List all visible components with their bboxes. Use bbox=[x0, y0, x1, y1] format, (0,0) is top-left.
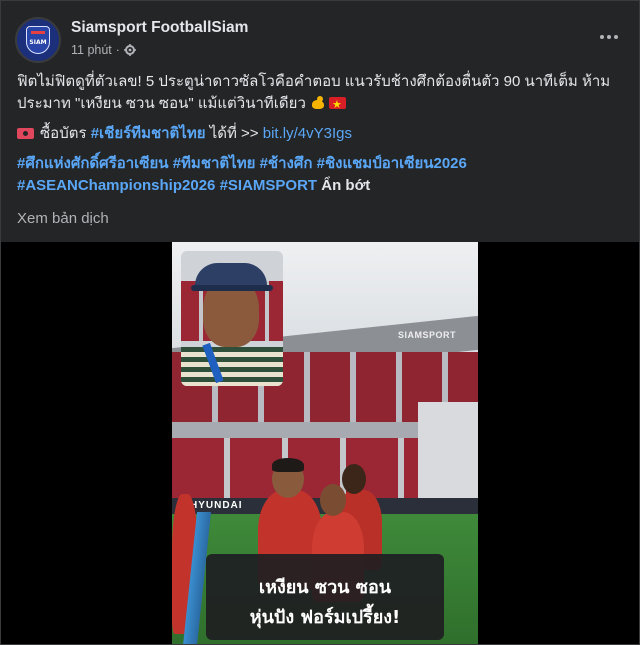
crest-stripe bbox=[31, 31, 45, 34]
inset-shirt bbox=[181, 347, 283, 386]
facebook-post: SIAM Siamsport FootballSiam 11 phút · ฟิ… bbox=[0, 0, 640, 645]
meta-separator: · bbox=[115, 43, 120, 57]
hashtag-link[interactable]: #SIAMSPORT bbox=[220, 177, 318, 194]
caption-line-1: เหงียน ซวน ซอน bbox=[258, 577, 392, 598]
video-player[interactable]: HYUNDAI SIAMSPORT เหงียน ซวน ซอน หุ่นปัง… bbox=[1, 242, 639, 644]
player-head bbox=[342, 464, 366, 494]
hashtag-line-1: #ศึกแห่งศักดิ์ศรีอาเซียน #ทีมชาติไทย #ช้… bbox=[17, 153, 623, 175]
video-frame[interactable]: HYUNDAI SIAMSPORT เหงียน ซวน ซอน หุ่นปัง… bbox=[172, 242, 478, 644]
video-watermark: SIAMSPORT bbox=[398, 330, 457, 340]
audience-gear-icon[interactable] bbox=[123, 44, 136, 56]
ticket-line: ซื้อบัตร #เชียร์ทีมชาติไทย ได้ที่ >> bit… bbox=[17, 123, 623, 145]
more-options-button[interactable] bbox=[595, 25, 623, 49]
player-hair bbox=[272, 458, 304, 472]
post-line-1: ฟิตไม่ฟิตดูที่ตัวเลข! 5 ประตูน่าดาวซัลโว… bbox=[17, 73, 611, 90]
ticket-icon bbox=[17, 128, 34, 139]
webcam-inset bbox=[181, 251, 283, 386]
more-dot-icon bbox=[607, 35, 611, 39]
page-avatar[interactable]: SIAM bbox=[15, 17, 61, 63]
flexed-biceps-icon bbox=[310, 95, 326, 111]
hashtag-link[interactable]: #ASEANChampionship2026 bbox=[17, 177, 215, 194]
post-text: ฟิตไม่ฟิตดูที่ตัวเลข! 5 ประตูน่าดาวซัลโว… bbox=[17, 71, 623, 197]
ad-board-text: HYUNDAI bbox=[190, 500, 243, 511]
hashtag-link[interactable]: #ช้างศึก bbox=[260, 155, 313, 172]
hashtag-link[interactable]: #เชียร์ทีมชาติไทย bbox=[91, 125, 206, 142]
post-header: SIAM Siamsport FootballSiam 11 phút · bbox=[15, 15, 625, 65]
ticket-middle: ได้ที่ >> bbox=[209, 125, 259, 142]
see-less-button[interactable]: Ẩn bớt bbox=[321, 177, 370, 194]
inset-cap-brim bbox=[191, 285, 273, 291]
hashtag-link[interactable]: #ศึกแห่งศักดิ์ศรีอาเซียน bbox=[17, 155, 169, 172]
post-meta: 11 phút · bbox=[71, 43, 136, 57]
page-name[interactable]: Siamsport FootballSiam bbox=[71, 19, 248, 37]
crest-label: SIAM bbox=[29, 39, 47, 46]
hashtag-link[interactable]: #ชิงแชมป์อาเซียน2026 bbox=[317, 155, 467, 172]
ticket-url-link[interactable]: bit.ly/4vY3Igs bbox=[263, 125, 352, 142]
caption-line-2: หุ่นปัง ฟอร์มเปรี้ยง! bbox=[249, 607, 401, 628]
more-dot-icon bbox=[600, 35, 604, 39]
hashtag-line-2: #ASEANChampionship2026 #SIAMSPORT Ẩn bớt bbox=[17, 175, 623, 197]
vietnam-flag-icon bbox=[329, 94, 347, 116]
post-line-2: ประมาท "เหงียน ซวน ซอน" แม้แต่วินาทีเดีย… bbox=[17, 93, 623, 116]
player-head bbox=[320, 484, 346, 516]
post-time[interactable]: 11 phút bbox=[71, 43, 112, 57]
see-translation-link[interactable]: Xem bản dịch bbox=[17, 210, 109, 227]
hashtag-link[interactable]: #ทีมชาติไทย bbox=[173, 155, 256, 172]
crest-logo: SIAM bbox=[26, 26, 50, 54]
post-line-2-text: ประมาท "เหงียน ซวน ซอน" แม้แต่วินาทีเดีย… bbox=[17, 95, 306, 112]
ticket-prefix: ซื้อบัตร bbox=[40, 125, 87, 142]
video-caption: เหงียน ซวน ซอน หุ่นปัง ฟอร์มเปรี้ยง! bbox=[206, 554, 444, 640]
more-dot-icon bbox=[614, 35, 618, 39]
